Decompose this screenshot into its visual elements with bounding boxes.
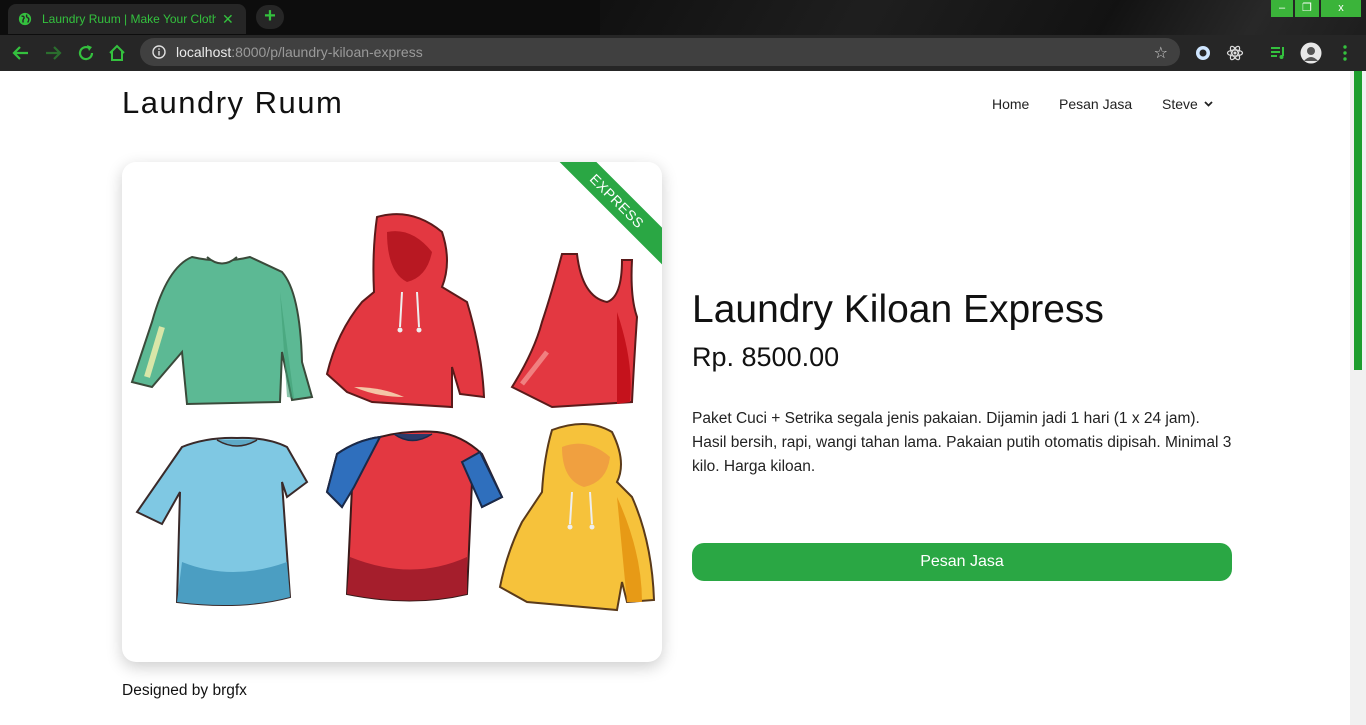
url-text[interactable]: localhost:8000/p/laundry-kiloan-express bbox=[176, 44, 423, 60]
nav-home-link[interactable]: Home bbox=[992, 96, 1029, 112]
forward-button[interactable] bbox=[42, 42, 64, 64]
info-icon[interactable] bbox=[152, 45, 166, 59]
address-bar[interactable]: localhost:8000/p/laundry-kiloan-express … bbox=[140, 38, 1180, 66]
illustration-credit: Designed by brgfx bbox=[122, 682, 247, 699]
red-raglan-tshirt-icon bbox=[325, 430, 504, 602]
web-page: Laundry Ruum Home Pesan Jasa Steve EXPRE… bbox=[0, 71, 1350, 725]
home-button[interactable] bbox=[106, 42, 128, 64]
restore-button[interactable]: ❐ bbox=[1295, 0, 1319, 17]
page-scrollbar[interactable] bbox=[1350, 71, 1366, 725]
media-playlist-icon[interactable] bbox=[1267, 42, 1289, 64]
blue-tshirt-icon bbox=[135, 436, 309, 607]
arrow-left-icon bbox=[12, 46, 28, 60]
extension-blue-circle-icon[interactable] bbox=[1192, 42, 1214, 64]
nav-order-link[interactable]: Pesan Jasa bbox=[1059, 96, 1132, 112]
green-sweater-icon bbox=[130, 255, 314, 406]
browser-chrome: Laundry Ruum | Make Your Cloth ✕ + – ❐ x bbox=[0, 0, 1366, 71]
minimize-button[interactable]: – bbox=[1271, 0, 1293, 17]
chevron-down-icon bbox=[1204, 101, 1213, 107]
product-image-card: EXPRESS bbox=[122, 162, 662, 662]
reload-button[interactable] bbox=[75, 42, 97, 64]
arrow-right-icon bbox=[46, 46, 62, 60]
url-path: :8000/p/laundry-kiloan-express bbox=[231, 44, 423, 60]
product-price: Rp. 8500.00 bbox=[692, 342, 840, 372]
red-hoodie-icon bbox=[325, 213, 486, 409]
yellow-hoodie-icon bbox=[498, 422, 656, 612]
browser-tab[interactable]: Laundry Ruum | Make Your Cloth ✕ bbox=[8, 4, 246, 34]
new-tab-button[interactable]: + bbox=[256, 5, 284, 29]
globe-icon bbox=[18, 12, 32, 26]
close-window-button[interactable]: x bbox=[1321, 0, 1361, 17]
product-title: Laundry Kiloan Express bbox=[692, 288, 1104, 331]
red-tank-top-icon bbox=[510, 253, 639, 409]
back-button[interactable] bbox=[10, 42, 32, 64]
menu-kebab-icon[interactable] bbox=[1334, 42, 1356, 64]
tab-close-icon[interactable]: ✕ bbox=[222, 11, 234, 28]
scrollbar-thumb[interactable] bbox=[1354, 71, 1362, 370]
react-devtools-icon[interactable] bbox=[1224, 42, 1246, 64]
nav-user-dropdown[interactable]: Steve bbox=[1162, 96, 1213, 112]
home-icon bbox=[109, 44, 125, 61]
url-host: localhost bbox=[176, 44, 232, 60]
profile-avatar-icon[interactable] bbox=[1300, 42, 1322, 64]
bookmark-star-icon[interactable]: ☆ bbox=[1154, 43, 1168, 63]
tab-title: Laundry Ruum | Make Your Cloth bbox=[42, 12, 216, 26]
user-name: Steve bbox=[1162, 96, 1198, 112]
clothes-illustration bbox=[130, 213, 656, 612]
browser-toolbar: localhost:8000/p/laundry-kiloan-express … bbox=[0, 35, 1366, 71]
reload-icon bbox=[78, 45, 94, 61]
site-brand-logo[interactable]: Laundry Ruum bbox=[122, 85, 343, 121]
product-description: Paket Cuci + Setrika segala jenis pakaia… bbox=[692, 410, 1232, 475]
order-service-button[interactable]: Pesan Jasa bbox=[692, 543, 1232, 581]
